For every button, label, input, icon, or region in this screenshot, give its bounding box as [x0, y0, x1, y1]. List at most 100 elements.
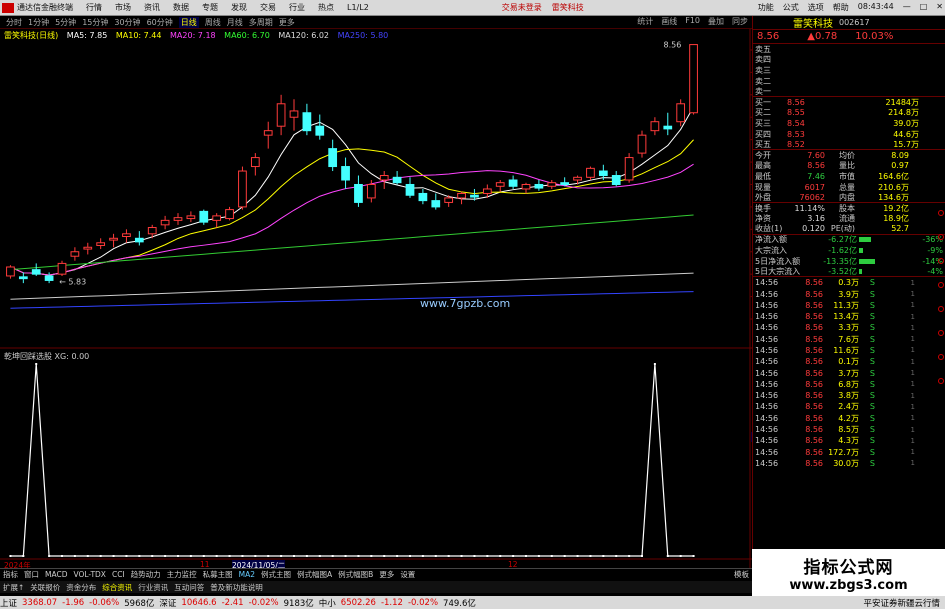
- candle-body: [238, 170, 247, 208]
- toolbar-right-item[interactable]: 叠加: [708, 16, 724, 27]
- toolbar-right-item[interactable]: 画线: [661, 16, 677, 27]
- info-tab[interactable]: 扩展↑: [3, 582, 24, 593]
- indicator-tab[interactable]: 窗口: [24, 569, 39, 580]
- indicator-tab[interactable]: MA2: [239, 570, 255, 579]
- indicator-tab[interactable]: 例式主图: [261, 569, 291, 580]
- side-icon[interactable]: [938, 354, 944, 360]
- ob-price: 8.55: [787, 108, 805, 118]
- period-tab[interactable]: 30分钟: [114, 17, 140, 28]
- tick-list[interactable]: 14:56 8.56 0.3万 S 1 14:56 8.56 3.9万 S 1 14:56 8.56 1…: [753, 277, 945, 469]
- candle-body: [534, 183, 544, 189]
- menu-right[interactable]: 帮助: [833, 2, 849, 13]
- indicator-tab[interactable]: 趋势动力: [131, 569, 161, 580]
- tick-side: S: [869, 300, 875, 310]
- toolbar-right-item[interactable]: F10: [685, 16, 700, 27]
- period-tab[interactable]: 分时: [6, 17, 22, 28]
- indicator-tab[interactable]: CCI: [112, 570, 125, 579]
- flow-value: -6.27亿: [828, 235, 857, 245]
- period-tab[interactable]: 60分钟: [147, 17, 173, 28]
- period-tab[interactable]: 更多: [279, 17, 295, 28]
- orderbook-row[interactable]: 买一 8.56 21484万: [753, 97, 945, 108]
- orderbook-row[interactable]: 卖一: [753, 86, 945, 97]
- info-tab[interactable]: 关联报价: [30, 582, 60, 593]
- menu-item[interactable]: 专题: [202, 2, 218, 13]
- menu-item[interactable]: 市场: [115, 2, 131, 13]
- side-icon[interactable]: [938, 306, 944, 312]
- side-icon[interactable]: [938, 234, 944, 240]
- orderbook-row[interactable]: 卖四: [753, 55, 945, 66]
- menu-right[interactable]: 公式: [783, 2, 799, 13]
- tick-time: 14:56: [755, 391, 779, 401]
- period-tab[interactable]: 15分钟: [82, 17, 108, 28]
- indicator-tab[interactable]: VOL-TDX: [73, 570, 105, 579]
- tick-price: 8.56: [805, 278, 823, 288]
- candle-body: [392, 176, 402, 184]
- info-tab[interactable]: 资金分布: [66, 582, 96, 593]
- side-icon[interactable]: [938, 282, 944, 288]
- info-tab[interactable]: 行业资讯: [138, 582, 168, 593]
- trade-login-notice[interactable]: 交易未登录: [502, 2, 542, 13]
- menu-right[interactable]: 功能: [758, 2, 774, 13]
- side-icon[interactable]: [938, 210, 944, 216]
- side-icon[interactable]: [938, 378, 944, 384]
- index-pct: -0.06%: [89, 597, 120, 608]
- menu-item[interactable]: 交易: [260, 2, 276, 13]
- indicator-tab[interactable]: 私募主图: [203, 569, 233, 580]
- signal-point: [35, 363, 38, 365]
- menu-item[interactable]: 数据: [173, 2, 189, 13]
- menu-item[interactable]: L1/L2: [347, 3, 369, 12]
- indicator-tab[interactable]: 指标: [3, 569, 18, 580]
- toolbar-right-item[interactable]: 统计: [637, 16, 653, 27]
- template-button[interactable]: 模板: [734, 569, 749, 580]
- period-tab[interactable]: 多周期: [249, 17, 273, 28]
- tick-price: 8.56: [805, 345, 823, 355]
- candle-body: [495, 182, 505, 187]
- orderbook-row[interactable]: 买五 8.52 15.7万: [753, 139, 945, 150]
- close-icon[interactable]: ✕: [936, 2, 943, 13]
- tick-volume: 3.9万: [838, 289, 859, 299]
- period-tab[interactable]: 周线: [205, 17, 221, 28]
- menu-item[interactable]: 热点: [318, 2, 334, 13]
- indicator-tab[interactable]: 主力监控: [167, 569, 197, 580]
- menu-item[interactable]: 发现: [231, 2, 247, 13]
- menu-item[interactable]: 行情: [86, 2, 102, 13]
- indicator-tab[interactable]: 更多: [379, 569, 394, 580]
- toolbar-right-item[interactable]: 同步: [732, 16, 748, 27]
- orderbook-row[interactable]: 买二 8.55 214.8万: [753, 108, 945, 119]
- candlestick-chart[interactable]: 8.508.258.007.757.507.257.006.756.506.25…: [0, 29, 752, 349]
- orderbook-row[interactable]: 买三 8.54 39.0万: [753, 118, 945, 129]
- indicator-tab[interactable]: 设置: [400, 569, 415, 580]
- signal-point: [525, 555, 527, 557]
- maximize-icon[interactable]: □: [920, 2, 928, 13]
- period-tab[interactable]: 1分钟: [28, 17, 49, 28]
- side-icon[interactable]: [938, 258, 944, 264]
- candle-body: [302, 112, 312, 132]
- tick-count: 1: [910, 312, 915, 321]
- menu-item[interactable]: 资讯: [144, 2, 160, 13]
- indicator-chart[interactable]: 1.000.900.800.700.600.500.400.300.200.10…: [0, 348, 752, 568]
- minimize-icon[interactable]: —: [903, 2, 911, 13]
- candle-body: [328, 148, 338, 168]
- info-tab[interactable]: 综合资讯: [102, 582, 132, 593]
- tick-side: S: [869, 458, 875, 468]
- side-icon[interactable]: [938, 330, 944, 336]
- indicator-tab[interactable]: MACD: [45, 570, 67, 579]
- stat-key: 市值: [839, 171, 855, 181]
- tick-side: S: [869, 357, 875, 367]
- signal-point: [86, 555, 89, 557]
- menu-right[interactable]: 选项: [808, 2, 824, 13]
- menu-item[interactable]: 行业: [289, 2, 305, 13]
- period-tab[interactable]: 月线: [227, 17, 243, 28]
- orderbook-row[interactable]: 卖五: [753, 44, 945, 55]
- signal-point: [228, 555, 231, 557]
- info-tab[interactable]: 互动问答: [174, 582, 204, 593]
- period-tab[interactable]: 5分钟: [55, 17, 76, 28]
- tick-time: 14:56: [755, 425, 779, 435]
- info-tab[interactable]: 普及新功能说明: [210, 582, 263, 593]
- indicator-tab[interactable]: 例式幅图B: [338, 569, 373, 580]
- period-tab-active[interactable]: 日线: [178, 16, 199, 28]
- indicator-tab[interactable]: 例式幅图A: [297, 569, 332, 580]
- orderbook-row[interactable]: 卖三: [753, 65, 945, 76]
- stat-key: PE(动): [830, 224, 855, 234]
- chart-watermark: www.7gpzb.com: [420, 297, 510, 310]
